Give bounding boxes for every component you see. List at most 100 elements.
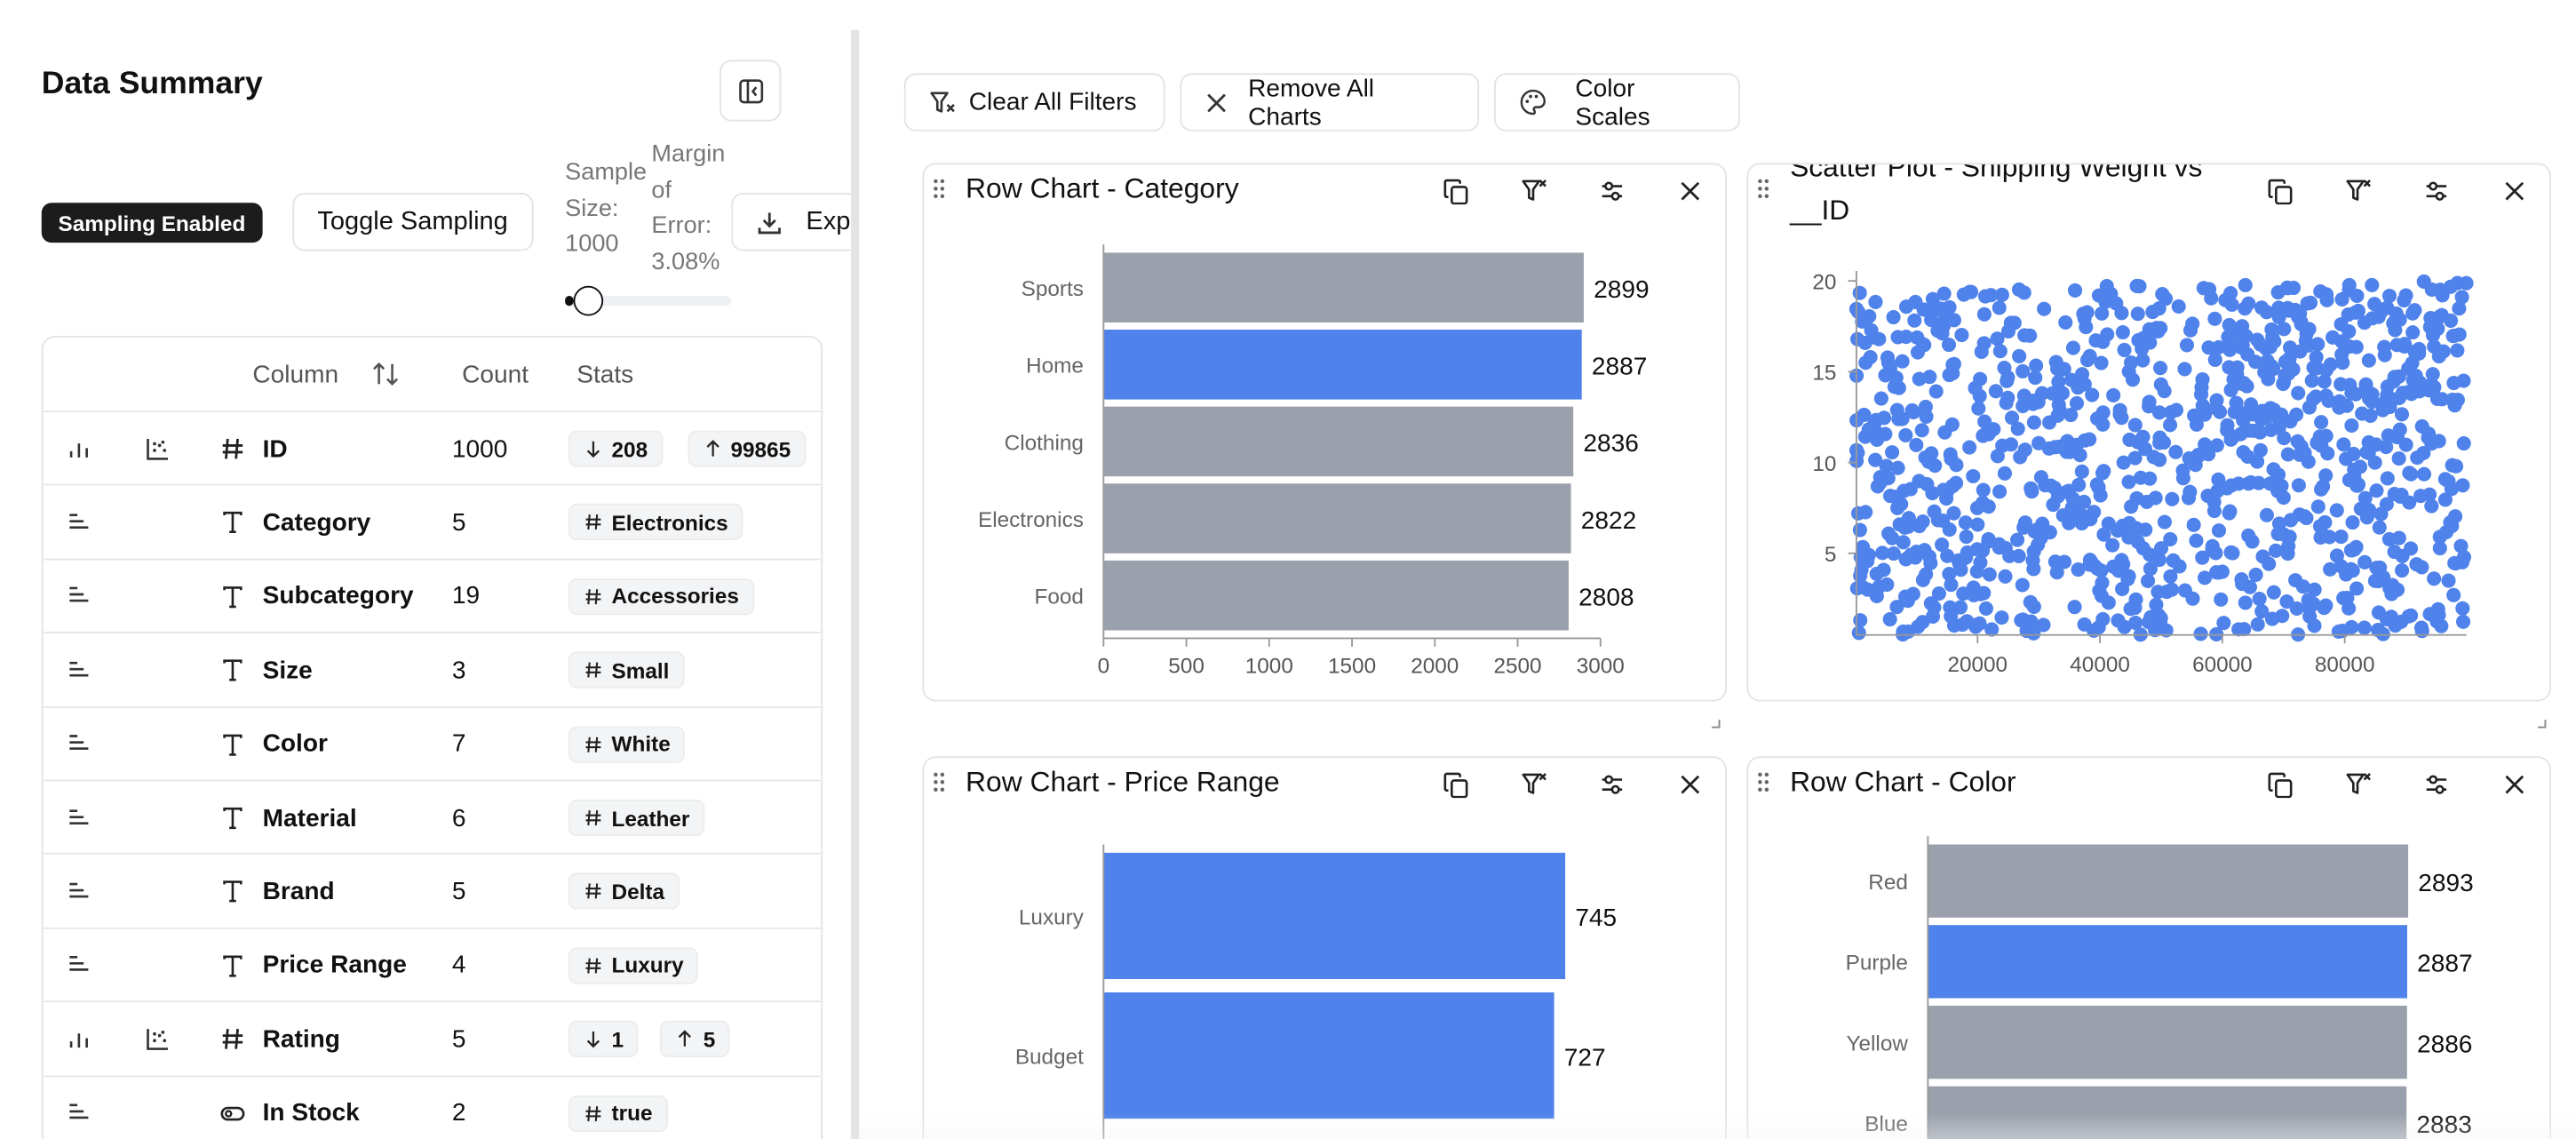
- scatter-point: [2106, 387, 2121, 403]
- scatter-point: [2299, 326, 2314, 341]
- column-name[interactable]: ID: [263, 412, 288, 485]
- bar[interactable]: [1103, 330, 1582, 400]
- stat-value: true: [611, 1100, 653, 1126]
- column-header: Column: [252, 361, 339, 389]
- column-name[interactable]: Color: [263, 707, 328, 780]
- collapse-sidebar-button[interactable]: [720, 60, 782, 122]
- x-tick-label: 80000: [2315, 653, 2375, 677]
- scatter-point: [2007, 315, 2022, 331]
- scatter-point: [2128, 615, 2143, 631]
- scatter-point: [2304, 373, 2319, 388]
- clear-filters-button[interactable]: Clear All Filters: [903, 73, 1165, 131]
- column-type: [219, 855, 246, 928]
- remove-all-charts-button[interactable]: Remove All Charts: [1180, 73, 1480, 131]
- row-chart-button[interactable]: [67, 486, 91, 559]
- stat-pill[interactable]: Luxury: [568, 947, 699, 984]
- scatter-point: [1858, 505, 1873, 520]
- stat-pill[interactable]: Leather: [568, 799, 705, 837]
- stat-pill[interactable]: 99865: [687, 430, 806, 467]
- column-name[interactable]: Material: [263, 781, 357, 854]
- scatter-point: [1981, 426, 1996, 442]
- column-name[interactable]: Subcategory: [263, 560, 414, 633]
- text-type-icon: [219, 952, 246, 979]
- row-chart-button[interactable]: [67, 707, 91, 780]
- bar[interactable]: [1103, 560, 1569, 631]
- stat-pill[interactable]: Electronics: [568, 504, 743, 541]
- bar[interactable]: [1103, 483, 1571, 554]
- scatter-point: [2050, 408, 2065, 423]
- stat-pill[interactable]: 5: [660, 1021, 731, 1058]
- bar[interactable]: [1928, 844, 2409, 918]
- scatter-point: [2345, 514, 2360, 530]
- scatter-point: [2372, 520, 2387, 535]
- hash-icon: [219, 1026, 246, 1053]
- row-chart-button[interactable]: [67, 855, 91, 928]
- row-chart-button[interactable]: [67, 560, 91, 633]
- resize-handle[interactable]: [2538, 720, 2547, 729]
- scatter-point: [2171, 299, 2186, 314]
- scatter-point: [2238, 595, 2253, 610]
- scatter-point: [2093, 488, 2108, 503]
- bar[interactable]: [1103, 992, 1554, 1119]
- stat-value: Delta: [611, 879, 665, 904]
- column-name[interactable]: Category: [263, 486, 371, 559]
- scatter-plot-button[interactable]: [145, 412, 171, 485]
- toggle-sampling-button[interactable]: Toggle Sampling: [292, 193, 533, 251]
- scatter-point: [2424, 498, 2439, 514]
- scatter-point: [2031, 394, 2046, 410]
- column-name[interactable]: In Stock: [263, 1077, 360, 1139]
- scatter-point: [1990, 449, 2005, 464]
- stat-pill[interactable]: 1: [568, 1021, 639, 1058]
- resize-handle[interactable]: [1712, 720, 1721, 729]
- scatter-point: [1852, 285, 1867, 300]
- color-scales-button[interactable]: Color Scales: [1494, 73, 1740, 131]
- row-chart-button[interactable]: [67, 781, 91, 854]
- stat-pill[interactable]: Small: [568, 651, 685, 689]
- export-button[interactable]: Exp: [731, 193, 851, 251]
- row-chart-button[interactable]: [67, 633, 91, 706]
- scatter-point: [2414, 560, 2429, 575]
- scatter-plot-button[interactable]: [145, 1003, 171, 1076]
- stat-pill[interactable]: Delta: [568, 873, 680, 911]
- scatter-points[interactable]: [1849, 274, 2474, 642]
- histogram-button[interactable]: [67, 1003, 91, 1076]
- column-name[interactable]: Price Range: [263, 929, 407, 1002]
- scatter-point: [2135, 541, 2151, 556]
- column-name[interactable]: Size: [263, 633, 313, 706]
- slider-thumb[interactable]: [573, 285, 604, 316]
- scatter-point: [2427, 571, 2442, 586]
- export-button-clip: Exp: [731, 193, 851, 251]
- scatter-point: [2138, 522, 2153, 538]
- scatter-point: [2029, 358, 2044, 373]
- x-tick-label: 20000: [1947, 653, 2008, 677]
- stat-pill[interactable]: 208: [568, 430, 663, 467]
- histogram-button[interactable]: [67, 412, 91, 485]
- column-name[interactable]: Rating: [263, 1003, 340, 1076]
- sort-icon[interactable]: [370, 359, 401, 397]
- bar[interactable]: [1928, 1005, 2407, 1079]
- scatter-point: [1898, 329, 1913, 345]
- column-name[interactable]: Brand: [263, 855, 335, 928]
- scatter-point: [2238, 277, 2253, 293]
- bar[interactable]: [1103, 406, 1574, 477]
- sample-size-slider[interactable]: [565, 285, 732, 316]
- bar[interactable]: [1103, 852, 1566, 980]
- scatter-point: [1863, 350, 1878, 365]
- row-chart-button[interactable]: [67, 1077, 91, 1139]
- scatter-point: [2165, 491, 2180, 506]
- scatter-point: [2115, 555, 2130, 570]
- row-chart-button[interactable]: [67, 929, 91, 1002]
- scatter-point: [2091, 288, 2106, 303]
- scatter-point: [1974, 344, 1989, 360]
- panel-resize-handle[interactable]: [850, 29, 860, 1139]
- stat-pill[interactable]: Accessories: [568, 577, 754, 615]
- scatter-point: [2448, 556, 2463, 571]
- stat-pill[interactable]: true: [568, 1095, 668, 1132]
- stat-pill[interactable]: White: [568, 725, 686, 763]
- bar[interactable]: [1928, 925, 2407, 999]
- scatter-point: [1868, 452, 1883, 467]
- column-count: 2: [451, 1098, 466, 1127]
- scatter-point: [2322, 530, 2337, 545]
- bar[interactable]: [1103, 252, 1584, 323]
- scatter-point: [2222, 506, 2237, 521]
